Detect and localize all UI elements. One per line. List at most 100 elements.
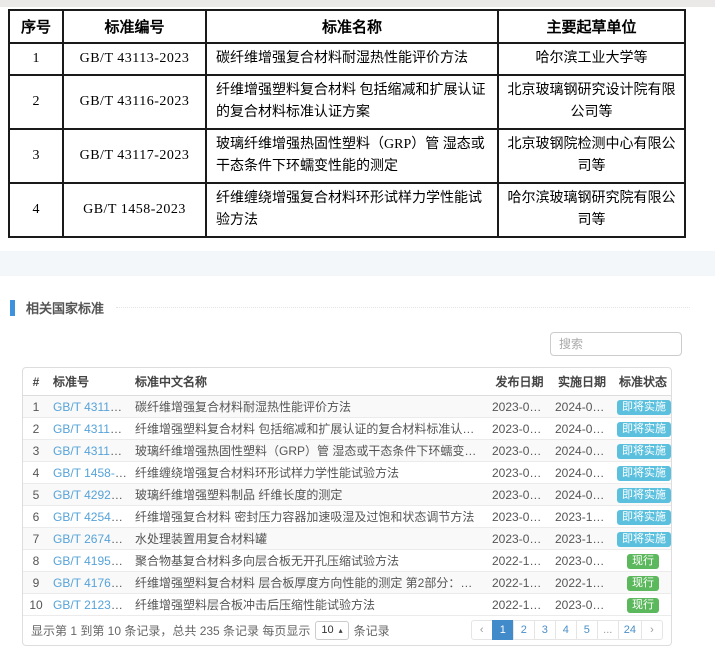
- page-size-select[interactable]: 10 ▴: [315, 621, 348, 640]
- section-rule: [116, 307, 690, 308]
- status-badge: 即将实施: [617, 400, 671, 415]
- related-standards-section: 相关国家标准 # 标准号 标准中文名称 发布日期 实施日期: [0, 298, 715, 646]
- publish-date: 2023-09-07: [488, 418, 551, 440]
- standard-name: 水处理装置用复合材料罐: [131, 528, 488, 550]
- status-cell: 现行: [613, 594, 672, 616]
- row-index: 7: [23, 528, 49, 550]
- standard-name: 玻璃纤维增强塑料制品 纤维长度的测定: [131, 484, 488, 506]
- status-cell: 即将实施: [613, 528, 672, 550]
- implement-date: 2022-10-12: [551, 572, 613, 594]
- standard-code-link[interactable]: GB/T 43117-2023: [53, 444, 131, 458]
- row-index: 10: [23, 594, 49, 616]
- status-cell: 现行: [613, 572, 672, 594]
- standard-code-cell: GB/T 42542-2023: [49, 506, 131, 528]
- page-size-value: 10: [321, 624, 333, 636]
- standard-code-link[interactable]: GB/T 42542-2023: [53, 510, 131, 524]
- doc-header-name: 标准名称: [206, 10, 498, 43]
- status-cell: 即将实施: [613, 462, 672, 484]
- standards-table-row: 3GB/T 43117-2023玻璃纤维增强热固性塑料（GRP）管 湿态或干态条…: [23, 440, 672, 462]
- page-prev-button[interactable]: ‹: [471, 620, 493, 640]
- row-index: 8: [23, 550, 49, 572]
- doc-cell-name: 纤维缠绕增强复合材料环形试样力学性能试验方法: [206, 183, 498, 237]
- doc-cell-org: 哈尔滨工业大学等: [498, 43, 685, 75]
- divider-band: [0, 251, 715, 276]
- search-input[interactable]: [550, 332, 682, 356]
- publish-date: 2023-05-23: [488, 506, 551, 528]
- doc-cell-code: GB/T 43117-2023: [63, 129, 206, 183]
- standards-table-row: 8GB/T 41955-2022聚合物基复合材料多向层合板无开孔压缩试验方法20…: [23, 550, 672, 572]
- col-header-impl-date: 实施日期: [551, 368, 613, 396]
- page: 序号 标准编号 标准名称 主要起草单位 1GB/T 43113-2023碳纤维增…: [0, 0, 715, 646]
- page-next-button[interactable]: ›: [641, 620, 663, 640]
- doc-cell-no: 4: [9, 183, 63, 237]
- page-button[interactable]: 4: [555, 620, 577, 640]
- status-badge: 即将实施: [617, 488, 671, 503]
- status-badge: 现行: [627, 554, 659, 569]
- standards-table-row: 6GB/T 42542-2023纤维增强复合材料 密封压力容器加速吸湿及过饱和状…: [23, 506, 672, 528]
- standard-code-link[interactable]: GB/T 42923-2023: [53, 488, 131, 502]
- doc-cell-no: 1: [9, 43, 63, 75]
- standard-code-cell: GB/T 41955-2022: [49, 550, 131, 572]
- implement-date: 2023-12-01: [551, 528, 613, 550]
- standard-name: 玻璃纤维增强热固性塑料（GRP）管 湿态或干态条件下环蠕变性能的测定: [131, 440, 488, 462]
- standard-code-link[interactable]: GB/T 41955-2022: [53, 554, 131, 568]
- implement-date: 2024-04-01: [551, 462, 613, 484]
- publish-date: 2023-09-07: [488, 462, 551, 484]
- doc-cell-org: 北京玻钢院检测中心有限公司等: [498, 129, 685, 183]
- page-button[interactable]: 5: [576, 620, 598, 640]
- doc-table-row: 4GB/T 1458-2023纤维缠绕增强复合材料环形试样力学性能试验方法哈尔滨…: [9, 183, 685, 237]
- status-badge: 现行: [627, 576, 659, 591]
- standard-code-cell: GB/T 43113-2023: [49, 396, 131, 418]
- page-button[interactable]: 24: [618, 620, 642, 640]
- implement-date: 2024-04-01: [551, 440, 613, 462]
- row-index: 2: [23, 418, 49, 440]
- standard-code-cell: GB/T 41762.2-2022: [49, 572, 131, 594]
- status-cell: 现行: [613, 550, 672, 572]
- doc-cell-name: 碳纤维增强复合材料耐湿热性能评价方法: [206, 43, 498, 75]
- standard-code-link[interactable]: GB/T 26747-2023: [53, 532, 131, 546]
- section-header: 相关国家标准: [10, 298, 690, 317]
- implement-date: 2024-04-01: [551, 396, 613, 418]
- publish-date: 2022-12-30: [488, 550, 551, 572]
- implement-date: 2024-04-01: [551, 418, 613, 440]
- table-toolbar: [0, 332, 682, 356]
- standards-table-row: 7GB/T 26747-2023水处理装置用复合材料罐2023-05-23202…: [23, 528, 672, 550]
- standard-code-link[interactable]: GB/T 43116-2023: [53, 422, 131, 436]
- accent-bar: [10, 300, 15, 316]
- row-index: 6: [23, 506, 49, 528]
- implement-date: 2023-04-01: [551, 550, 613, 572]
- doc-cell-name: 玻璃纤维增强热固性塑料（GRP）管 湿态或干态条件下环蠕变性能的测定: [206, 129, 498, 183]
- col-header-status: 标准状态: [613, 368, 672, 396]
- summary-suffix: 条记录: [354, 622, 390, 639]
- page-button[interactable]: 2: [513, 620, 535, 640]
- implement-date: 2023-12-01: [551, 506, 613, 528]
- standard-code-cell: GB/T 21239-2022: [49, 594, 131, 616]
- doc-table-row: 1GB/T 43113-2023碳纤维增强复合材料耐湿热性能评价方法哈尔滨工业大…: [9, 43, 685, 75]
- status-badge: 现行: [627, 598, 659, 613]
- standard-code-link[interactable]: GB/T 1458-2023: [53, 466, 131, 480]
- status-cell: 即将实施: [613, 484, 672, 506]
- document-standards-table: 序号 标准编号 标准名称 主要起草单位 1GB/T 43113-2023碳纤维增…: [8, 9, 686, 238]
- page-ellipsis: ...: [597, 620, 619, 640]
- page-button[interactable]: 3: [534, 620, 556, 640]
- implement-date: 2024-03-01: [551, 484, 613, 506]
- doc-cell-no: 3: [9, 129, 63, 183]
- status-cell: 即将实施: [613, 440, 672, 462]
- doc-header-no: 序号: [9, 10, 63, 43]
- col-header-code: 标准号: [49, 368, 131, 396]
- doc-table-row: 3GB/T 43117-2023玻璃纤维增强热固性塑料（GRP）管 湿态或干态条…: [9, 129, 685, 183]
- publish-date: 2023-08-06: [488, 484, 551, 506]
- standard-code-link[interactable]: GB/T 43113-2023: [53, 400, 131, 414]
- pagination-summary: 显示第 1 到第 10 条记录，总共 235 条记录 每页显示 10 ▴ 条记录: [31, 621, 390, 640]
- standard-code-cell: GB/T 43117-2023: [49, 440, 131, 462]
- status-badge: 即将实施: [617, 444, 671, 459]
- standards-table-row: 1GB/T 43113-2023碳纤维增强复合材料耐湿热性能评价方法2023-0…: [23, 396, 672, 418]
- standard-code-link[interactable]: GB/T 21239-2022: [53, 598, 131, 612]
- page-button[interactable]: 1: [492, 620, 514, 640]
- standard-code-link[interactable]: GB/T 41762.2-2022: [53, 576, 131, 590]
- publish-date: 2022-10-12: [488, 572, 551, 594]
- standards-table-row: 5GB/T 42923-2023玻璃纤维增强塑料制品 纤维长度的测定2023-0…: [23, 484, 672, 506]
- row-index: 9: [23, 572, 49, 594]
- standard-name: 纤维缠绕增强复合材料环形试样力学性能试验方法: [131, 462, 488, 484]
- doc-cell-code: GB/T 43116-2023: [63, 75, 206, 129]
